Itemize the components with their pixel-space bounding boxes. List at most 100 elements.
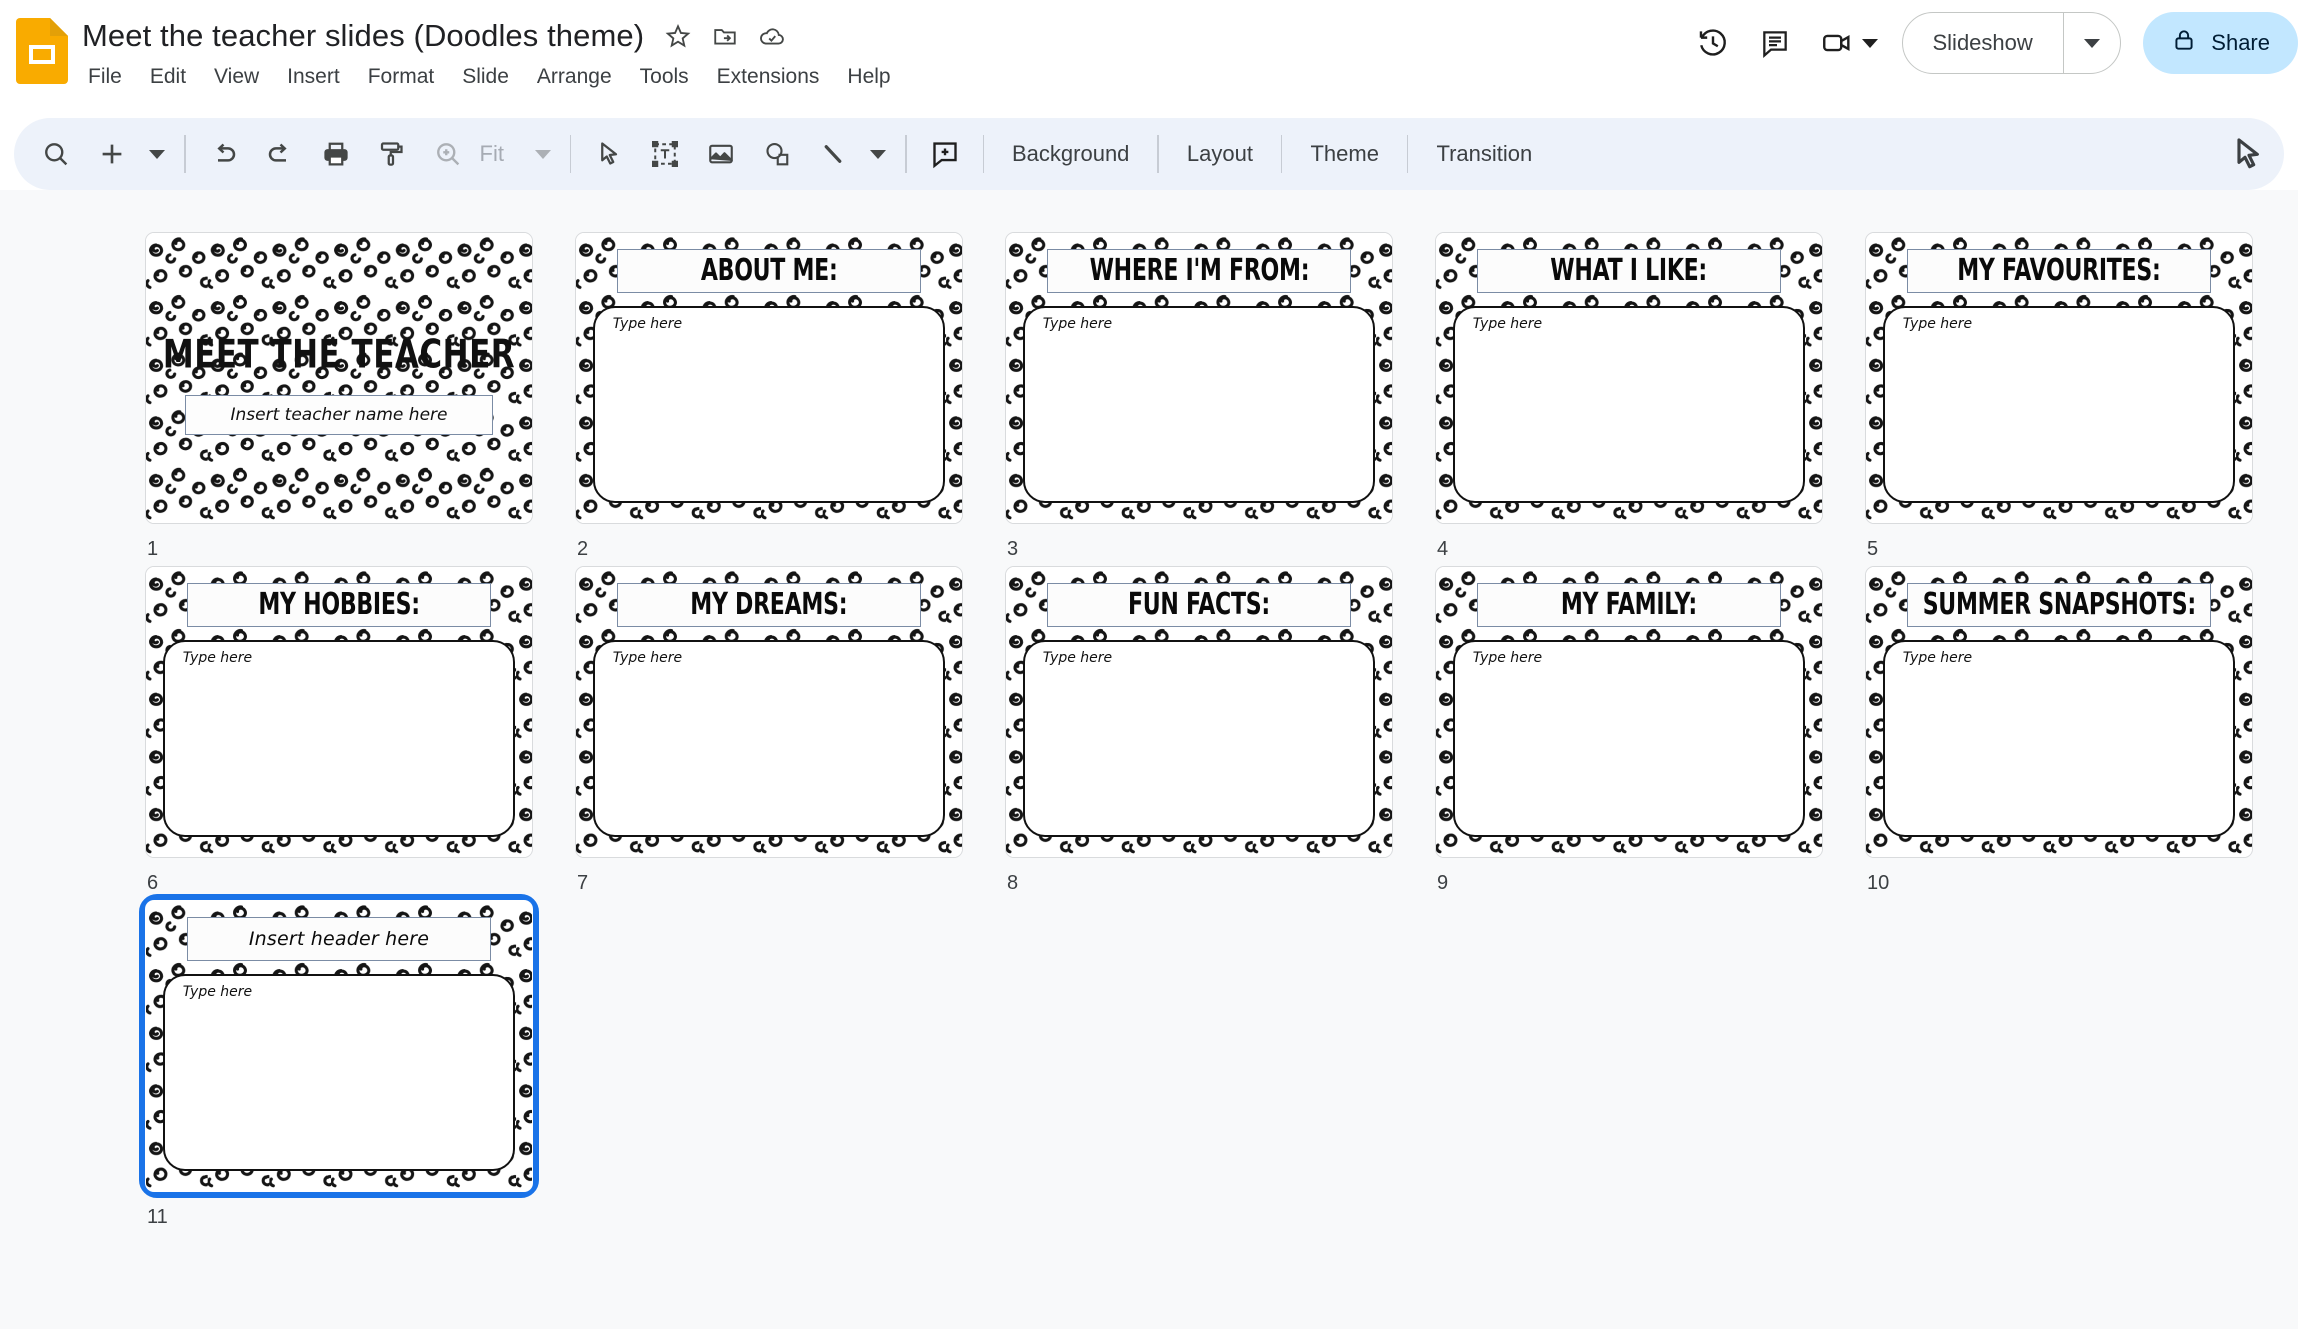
zoom-level-label[interactable]: Fit [476,141,526,167]
slide-header-box[interactable]: MY FAVOURITES: [1906,248,2212,293]
slide-cell: MY FAVOURITES: Type here 5 [1865,232,2295,566]
slide-header-text: MY HOBBIES: [258,588,420,622]
menu-item-view[interactable]: View [200,58,273,96]
search-icon[interactable] [28,126,84,182]
theme-button[interactable]: Theme [1292,131,1396,177]
add-comment-icon[interactable] [917,126,973,182]
redo-icon[interactable] [252,126,308,182]
menu-item-file[interactable]: File [80,58,136,96]
layout-button[interactable]: Layout [1169,131,1271,177]
line-icon[interactable] [805,126,861,182]
slide-thumbnail-11[interactable]: Insert header here Type here [139,894,539,1198]
video-camera-icon[interactable] [1806,12,1868,74]
slide-header-box[interactable]: Insert header here [186,916,492,961]
body-placeholder-text: Type here [1042,315,1113,332]
slide-content: MY FAMILY: Type here [1436,567,1822,857]
slide-number-label: 7 [577,872,589,894]
line-chevron-down-icon[interactable] [861,126,895,182]
slide-content: WHAT I LIKE: Type here [1436,233,1822,523]
slideshow-button[interactable]: Slideshow [1903,13,2063,73]
slide-header-box[interactable]: MY FAMILY: [1476,582,1782,627]
slide-canvas: SUMMER SNAPSHOTS: Type here [1865,566,2253,858]
slide-number-label: 2 [577,538,589,560]
slide-body-box[interactable]: Type here [163,973,515,1171]
menu-item-insert[interactable]: Insert [273,58,354,96]
slide-thumbnail-5[interactable]: MY FAVOURITES: Type here [1865,232,2253,524]
star-icon[interactable] [659,17,697,55]
shape-icon[interactable] [749,126,805,182]
image-icon[interactable] [693,126,749,182]
slide-thumbnail-6[interactable]: MY HOBBIES: Type here [145,566,533,858]
slideshow-options-chevron-down-icon[interactable] [2064,13,2120,73]
slide-thumbnail-10[interactable]: SUMMER SNAPSHOTS: Type here [1865,566,2253,858]
slide-body-box[interactable]: Type here [163,639,515,837]
slide-grid: MEET THE TEACHER Insert teacher name here… [0,232,2298,1234]
slide-header-box[interactable]: ABOUT ME: [616,248,922,293]
slide-header-box[interactable]: MY DREAMS: [616,582,922,627]
menu-item-slide[interactable]: Slide [448,58,523,96]
slide-cell: MEET THE TEACHER Insert teacher name here… [145,232,575,566]
slide-thumbnail-2[interactable]: ABOUT ME: Type here [575,232,963,524]
slide-header-box[interactable]: WHERE I'M FROM: [1046,248,1352,293]
menu-item-format[interactable]: Format [354,58,449,96]
share-button[interactable]: Share [2143,12,2298,74]
menu-item-extensions[interactable]: Extensions [703,58,834,96]
move-to-folder-icon[interactable] [706,17,744,55]
body-placeholder-text: Type here [1902,649,1973,666]
slide-body-box[interactable]: Type here [1023,305,1375,503]
slide-body-box[interactable]: Type here [1453,305,1805,503]
slide-cell: WHAT I LIKE: Type here 4 [1435,232,1865,566]
slide-header-box[interactable]: FUN FACTS: [1046,582,1352,627]
undo-icon[interactable] [196,126,252,182]
background-button[interactable]: Background [994,131,1147,177]
slide-number-label: 9 [1437,872,1449,894]
slide-thumbnail-7[interactable]: MY DREAMS: Type here [575,566,963,858]
slide-body-box[interactable]: Type here [1883,639,2235,837]
comment-icon[interactable] [1744,12,1806,74]
slide-body-box[interactable]: Type here [593,305,945,503]
slide-cell: MY FAMILY: Type here 9 [1435,566,1865,900]
zoom-icon[interactable] [420,126,476,182]
slide-header-text: SUMMER SNAPSHOTS: [1922,588,2196,622]
lock-icon [2171,27,2197,59]
slide-cell: MY HOBBIES: Type here 6 [145,566,575,900]
present-to-meet-control[interactable] [1806,12,1886,74]
transition-button[interactable]: Transition [1418,131,1550,177]
chevron-down-icon[interactable] [1861,38,1878,48]
slide-thumbnail-4[interactable]: WHAT I LIKE: Type here [1435,232,1823,524]
slide-header-text: MY DREAMS: [690,588,848,622]
slide-body-box[interactable]: Type here [1883,305,2235,503]
menu-item-edit[interactable]: Edit [136,58,200,96]
slide-number-label: 10 [1867,872,1890,894]
slideshow-control-group: Slideshow [1901,12,2122,74]
page-title[interactable]: Meet the teacher slides (Doodles theme) [80,14,650,58]
zoom-chevron-down-icon[interactable] [526,126,560,182]
menu-item-help[interactable]: Help [833,58,904,96]
slide-thumbnail-9[interactable]: MY FAMILY: Type here [1435,566,1823,858]
text-box-icon[interactable] [637,126,693,182]
teacher-name-placeholder[interactable]: Insert teacher name here [184,395,494,436]
slide-header-box[interactable]: SUMMER SNAPSHOTS: [1906,582,2212,627]
slide-content: Insert header here Type here [146,901,532,1191]
slide-header-box[interactable]: MY HOBBIES: [186,582,492,627]
slide-thumbnail-3[interactable]: WHERE I'M FROM: Type here [1005,232,1393,524]
version-history-icon[interactable] [1682,12,1744,74]
slide-body-box[interactable]: Type here [593,639,945,837]
slide-body-box[interactable]: Type here [1023,639,1375,837]
slide-title-text[interactable]: MEET THE TEACHER [146,333,532,378]
slide-content: MEET THE TEACHER Insert teacher name here [146,233,532,523]
new-slide-chevron-down-icon[interactable] [140,126,174,182]
slide-header-box[interactable]: WHAT I LIKE: [1476,248,1782,293]
cursor-select-icon[interactable] [581,126,637,182]
new-slide-plus-icon[interactable] [84,126,140,182]
print-icon[interactable] [308,126,364,182]
slide-body-box[interactable]: Type here [1453,639,1805,837]
slide-number-label: 1 [147,538,159,560]
cloud-saved-icon[interactable] [753,17,791,55]
menu-item-tools[interactable]: Tools [626,58,703,96]
slide-thumbnail-8[interactable]: FUN FACTS: Type here [1005,566,1393,858]
paint-format-icon[interactable] [364,126,420,182]
slide-grid-workspace[interactable]: MEET THE TEACHER Insert teacher name here… [0,190,2298,1329]
slide-thumbnail-1[interactable]: MEET THE TEACHER Insert teacher name here [145,232,533,524]
menu-item-arrange[interactable]: Arrange [523,58,626,96]
